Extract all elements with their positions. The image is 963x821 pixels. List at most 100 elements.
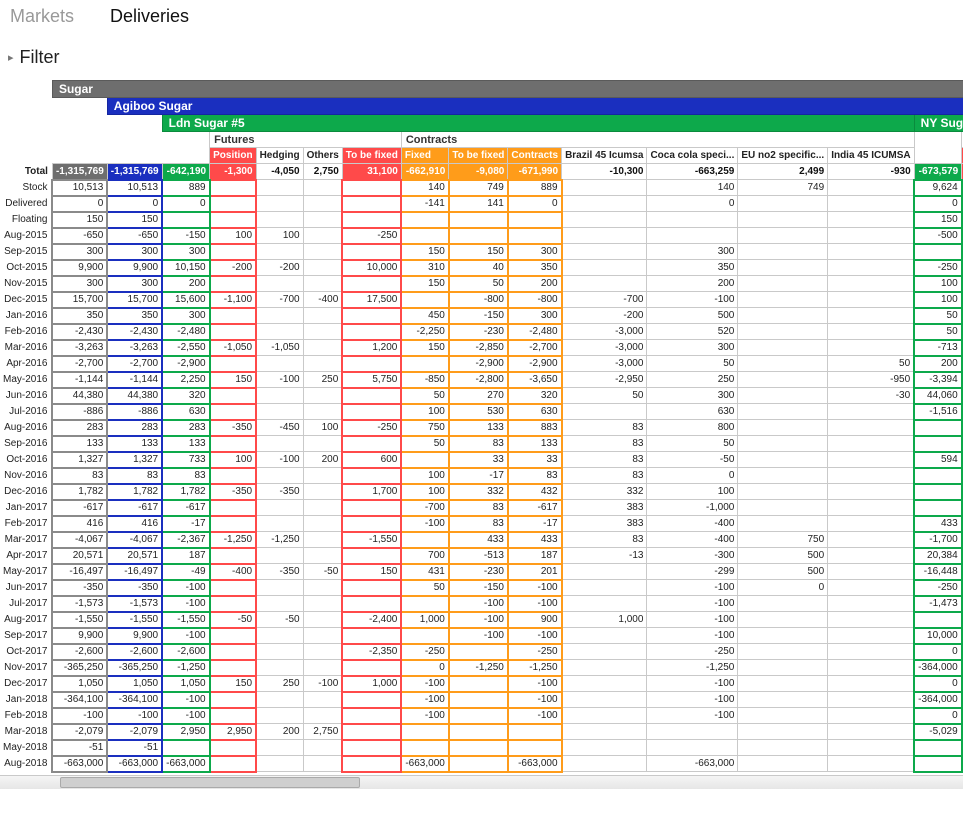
cell[interactable]: -800 [449, 292, 508, 308]
cell[interactable]: -400 [210, 564, 256, 580]
cell[interactable]: 50 [914, 308, 961, 324]
cell[interactable]: 10,000 [342, 260, 401, 276]
cell[interactable] [256, 276, 303, 292]
cell[interactable]: -100 [401, 676, 448, 692]
cell[interactable]: -700 [401, 500, 448, 516]
table-row[interactable]: Oct-20161,3271,327733100-100200600333383… [0, 452, 963, 468]
cell[interactable] [256, 500, 303, 516]
cell[interactable] [647, 740, 738, 756]
cell[interactable]: 300 [52, 244, 107, 260]
cell[interactable] [342, 660, 401, 676]
cell[interactable]: 150 [107, 212, 162, 228]
cell[interactable] [562, 708, 647, 724]
cell[interactable] [210, 500, 256, 516]
cell[interactable]: 100 [401, 404, 448, 420]
cell[interactable]: -350 [107, 580, 162, 596]
cell[interactable] [303, 340, 342, 356]
cell[interactable] [562, 404, 647, 420]
cell[interactable]: 44,060 [914, 388, 961, 404]
cell[interactable]: -1,315,769 [107, 164, 162, 180]
col-india[interactable]: India 45 ICUMSA [828, 148, 914, 164]
cell[interactable] [738, 244, 828, 260]
table-row[interactable]: Jan-2018-364,100-364,100-100-100-100-100… [0, 692, 963, 708]
cell[interactable]: 200 [256, 724, 303, 740]
cell[interactable]: 20,571 [52, 548, 107, 564]
cell[interactable]: 150 [401, 244, 448, 260]
cell[interactable]: 0 [508, 196, 562, 212]
cell[interactable] [828, 180, 914, 196]
cell[interactable] [401, 228, 448, 244]
table-row[interactable]: Jan-2017-617-617-617-70083-617383-1,000 [0, 500, 963, 516]
cell[interactable]: -930 [828, 164, 914, 180]
cell[interactable]: 300 [107, 244, 162, 260]
cell[interactable]: -100 [162, 708, 209, 724]
cell[interactable] [914, 500, 961, 516]
cell[interactable] [342, 500, 401, 516]
table-row[interactable]: Nov-2017-365,250-365,250-1,2500-1,250-1,… [0, 660, 963, 676]
cell[interactable]: 2,250 [162, 372, 209, 388]
cell[interactable]: 320 [508, 388, 562, 404]
cell[interactable] [828, 756, 914, 772]
cell[interactable] [738, 740, 828, 756]
cell[interactable] [738, 452, 828, 468]
cell[interactable]: -2,079 [52, 724, 107, 740]
cell[interactable] [162, 212, 209, 228]
cell[interactable]: -16,448 [914, 564, 961, 580]
cell[interactable]: -2,430 [52, 324, 107, 340]
cell[interactable] [828, 692, 914, 708]
cell[interactable]: -100 [647, 628, 738, 644]
cell[interactable] [210, 596, 256, 612]
cell[interactable] [303, 324, 342, 340]
cell[interactable]: 100 [256, 228, 303, 244]
cell[interactable] [508, 740, 562, 756]
cell[interactable] [914, 612, 961, 628]
col-eu[interactable]: EU no2 specific... [738, 148, 828, 164]
cell[interactable]: 5,750 [342, 372, 401, 388]
cell[interactable]: 83 [562, 532, 647, 548]
cell[interactable] [738, 292, 828, 308]
cell[interactable]: -1,250 [508, 660, 562, 676]
cell[interactable] [738, 692, 828, 708]
cell[interactable]: -100 [401, 692, 448, 708]
cell[interactable] [562, 276, 647, 292]
cell[interactable]: 433 [508, 532, 562, 548]
cell[interactable]: 300 [162, 308, 209, 324]
cell[interactable]: 1,200 [342, 340, 401, 356]
cell[interactable] [303, 628, 342, 644]
cell[interactable]: -1,700 [914, 532, 961, 548]
table-row[interactable]: May-2017-16,497-16,497-49-400-350-501504… [0, 564, 963, 580]
cell[interactable]: 83 [52, 468, 107, 484]
cell[interactable] [828, 404, 914, 420]
cell[interactable] [342, 756, 401, 772]
cell[interactable] [342, 628, 401, 644]
cell[interactable] [562, 724, 647, 740]
cell[interactable] [828, 260, 914, 276]
cell[interactable]: 0 [914, 196, 961, 212]
cell[interactable]: 83 [562, 452, 647, 468]
cell[interactable]: 750 [738, 532, 828, 548]
cell[interactable]: -663,000 [401, 756, 448, 772]
cell[interactable] [256, 644, 303, 660]
cell[interactable] [562, 212, 647, 228]
cell[interactable]: -400 [647, 516, 738, 532]
cell[interactable]: 1,327 [107, 452, 162, 468]
cell[interactable]: -350 [210, 420, 256, 436]
cell[interactable]: -4,067 [107, 532, 162, 548]
cell[interactable]: 150 [210, 676, 256, 692]
cell[interactable]: 15,700 [52, 292, 107, 308]
tab-markets[interactable]: Markets [10, 6, 74, 27]
cell[interactable]: -1,250 [210, 532, 256, 548]
cell[interactable]: 20,571 [107, 548, 162, 564]
cell[interactable]: -9,080 [449, 164, 508, 180]
cell[interactable]: -365,250 [52, 660, 107, 676]
cell[interactable]: 40 [449, 260, 508, 276]
cell[interactable]: 310 [401, 260, 448, 276]
cell[interactable] [256, 548, 303, 564]
cell[interactable]: -100 [303, 676, 342, 692]
cell[interactable] [449, 724, 508, 740]
cell[interactable]: 350 [107, 308, 162, 324]
cell[interactable]: 83 [508, 468, 562, 484]
cell[interactable] [210, 660, 256, 676]
cell[interactable]: 250 [303, 372, 342, 388]
cell[interactable]: -1,050 [256, 340, 303, 356]
